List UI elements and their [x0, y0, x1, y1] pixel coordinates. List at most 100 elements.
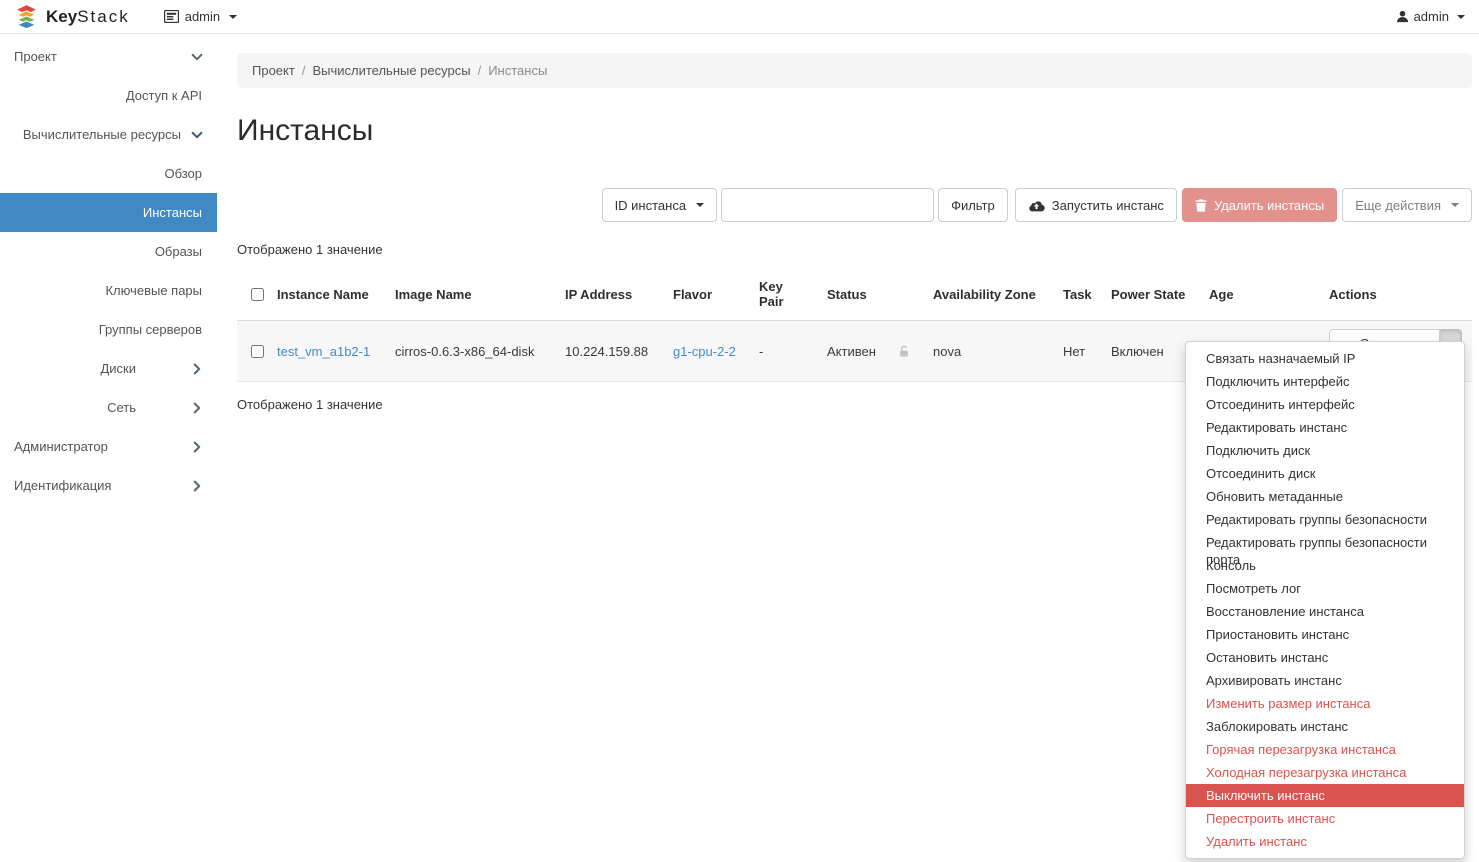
table-toolbar: ID инстанса Фильтр Запустить инстанс [237, 188, 1472, 222]
table-header-row: Instance Name Image Name IP Address Flav… [237, 270, 1472, 321]
brand-key-text: Key [46, 7, 77, 26]
user-menu[interactable]: admin [1396, 9, 1465, 24]
breadcrumb-compute[interactable]: Вычислительные ресурсы [312, 63, 470, 78]
chevron-right-icon [190, 362, 204, 376]
caret-down-icon [229, 15, 237, 19]
header-image-name[interactable]: Image Name [385, 270, 555, 321]
brand-logo[interactable]: KeyStack [14, 4, 130, 29]
sidebar-item-images[interactable]: Образы [0, 232, 217, 271]
actions-menu-item[interactable]: Редактировать группы безопасности порта [1186, 531, 1464, 554]
list-icon [164, 10, 179, 23]
sidebar-item-label: Доступ к API [126, 88, 202, 103]
status-text: Активен [827, 344, 876, 359]
sidebar-item-key-pairs[interactable]: Ключевые пары [0, 271, 217, 310]
user-menu-label: admin [1414, 9, 1449, 24]
caret-down-icon [696, 203, 704, 207]
more-actions-button[interactable]: Еще действия [1342, 188, 1472, 222]
header-instance-name[interactable]: Instance Name [267, 270, 385, 321]
sidebar-item-label: Ключевые пары [105, 283, 202, 298]
ip-address-cell: 10.224.159.88 [555, 321, 663, 382]
breadcrumb-project[interactable]: Проект [252, 63, 295, 78]
unlock-icon [898, 345, 911, 358]
breadcrumb: Проект/Вычислительные ресурсы/Инстансы [237, 53, 1472, 88]
domain-switcher-label: admin [185, 9, 220, 24]
filter-field-dropdown[interactable]: ID инстанса [602, 188, 718, 222]
actions-menu-item[interactable]: Редактировать инстанс [1186, 416, 1464, 439]
sidebar-item-instances[interactable]: Инстансы [0, 193, 217, 232]
sidebar-item-volumes[interactable]: Диски [0, 349, 217, 388]
sidebar-item-label: Инстансы [143, 205, 202, 220]
actions-menu-item[interactable]: Связать назначаемый IP [1186, 347, 1464, 370]
flavor-link[interactable]: g1-cpu-2-2 [673, 344, 736, 359]
header-key-pair[interactable]: Key Pair [749, 270, 817, 321]
header-actions: Actions [1319, 270, 1472, 321]
instance-name-link[interactable]: test_vm_a1b2-1 [277, 344, 370, 359]
sidebar-item-server-groups[interactable]: Группы серверов [0, 310, 217, 349]
filter-input[interactable] [721, 188, 934, 222]
cloud-upload-icon [1028, 199, 1045, 212]
actions-menu-item[interactable]: Приостановить инстанс [1186, 623, 1464, 646]
header-power-state[interactable]: Power State [1101, 270, 1199, 321]
actions-menu-item[interactable]: Подключить интерфейс [1186, 370, 1464, 393]
header-flavor[interactable]: Flavor [663, 270, 749, 321]
actions-menu-item[interactable]: Остановить инстанс [1186, 646, 1464, 669]
actions-menu-item[interactable]: Редактировать группы безопасности [1186, 508, 1464, 531]
topbar: KeyStack admin admin [0, 0, 1479, 34]
chevron-down-icon [190, 50, 204, 64]
header-task[interactable]: Task [1053, 270, 1101, 321]
actions-menu-item[interactable]: Консоль [1186, 554, 1464, 577]
sidebar-item-admin[interactable]: Администратор [0, 427, 217, 466]
sidebar-item-identity[interactable]: Идентификация [0, 466, 217, 505]
key-pair-cell: - [749, 321, 817, 382]
image-name-cell: cirros-0.6.3-x86_64-disk [385, 321, 555, 382]
sidebar-item-label: Администратор [14, 439, 108, 454]
actions-menu-item[interactable]: Посмотреть лог [1186, 577, 1464, 600]
sidebar-item-label: Обзор [164, 166, 202, 181]
actions-menu-item[interactable]: Горячая перезагрузка инстанса [1186, 738, 1464, 761]
domain-switcher[interactable]: admin [164, 9, 237, 24]
actions-menu-item[interactable]: Изменить размер инстанса [1186, 692, 1464, 715]
sidebar-item-network[interactable]: Сеть [0, 388, 217, 427]
breadcrumb-current: Инстансы [488, 63, 547, 78]
actions-menu-item[interactable]: Восстановление инстанса [1186, 600, 1464, 623]
keystack-layers-icon [14, 4, 39, 29]
sidebar-item-label: Диски [100, 361, 136, 376]
actions-menu-item[interactable]: Перестроить инстанс [1186, 807, 1464, 830]
chevron-right-icon [190, 401, 204, 415]
row-actions-menu: Связать назначаемый IP Подключить интерф… [1185, 341, 1465, 859]
delete-instances-label: Удалить инстансы [1214, 198, 1324, 213]
caret-down-icon [1457, 15, 1465, 19]
actions-menu-item[interactable]: Заблокировать инстанс [1186, 715, 1464, 738]
sidebar-item-label: Образы [155, 244, 202, 259]
sidebar-item-compute[interactable]: Вычислительные ресурсы [0, 115, 217, 154]
filter-button-label: Фильтр [951, 198, 995, 213]
actions-menu-item[interactable]: Обновить метаданные [1186, 485, 1464, 508]
sidebar-item-api-access[interactable]: Доступ к API [0, 76, 217, 115]
brand-stack-text: Stack [77, 7, 130, 26]
sidebar-item-project[interactable]: Проект [0, 37, 217, 76]
header-availability-zone[interactable]: Availability Zone [923, 270, 1053, 321]
sidebar: Проект Доступ к API Вычислительные ресур… [0, 34, 217, 862]
more-actions-label: Еще действия [1355, 198, 1441, 213]
actions-menu-item[interactable]: Отсоединить интерфейс [1186, 393, 1464, 416]
header-ip-address[interactable]: IP Address [555, 270, 663, 321]
sidebar-item-overview[interactable]: Обзор [0, 154, 217, 193]
user-icon [1396, 10, 1409, 23]
actions-menu-item[interactable]: Подключить диск [1186, 439, 1464, 462]
select-all-checkbox[interactable] [251, 288, 264, 301]
chevron-right-icon [190, 479, 204, 493]
row-checkbox[interactable] [251, 345, 264, 358]
actions-menu-item[interactable]: Холодная перезагрузка инстанса [1186, 761, 1464, 784]
actions-menu-item-highlighted[interactable]: Выключить инстанс [1186, 784, 1464, 807]
launch-instance-button[interactable]: Запустить инстанс [1015, 188, 1177, 222]
breadcrumb-separator: / [471, 63, 489, 78]
filter-button[interactable]: Фильтр [938, 188, 1008, 222]
actions-menu-item[interactable]: Отсоединить диск [1186, 462, 1464, 485]
actions-menu-item[interactable]: Удалить инстанс [1186, 830, 1464, 853]
delete-instances-button[interactable]: Удалить инстансы [1182, 188, 1337, 222]
header-status[interactable]: Status [817, 270, 923, 321]
actions-menu-item[interactable]: Архивировать инстанс [1186, 669, 1464, 692]
header-age[interactable]: Age [1199, 270, 1319, 321]
breadcrumb-separator: / [295, 63, 313, 78]
chevron-down-icon [190, 128, 204, 142]
